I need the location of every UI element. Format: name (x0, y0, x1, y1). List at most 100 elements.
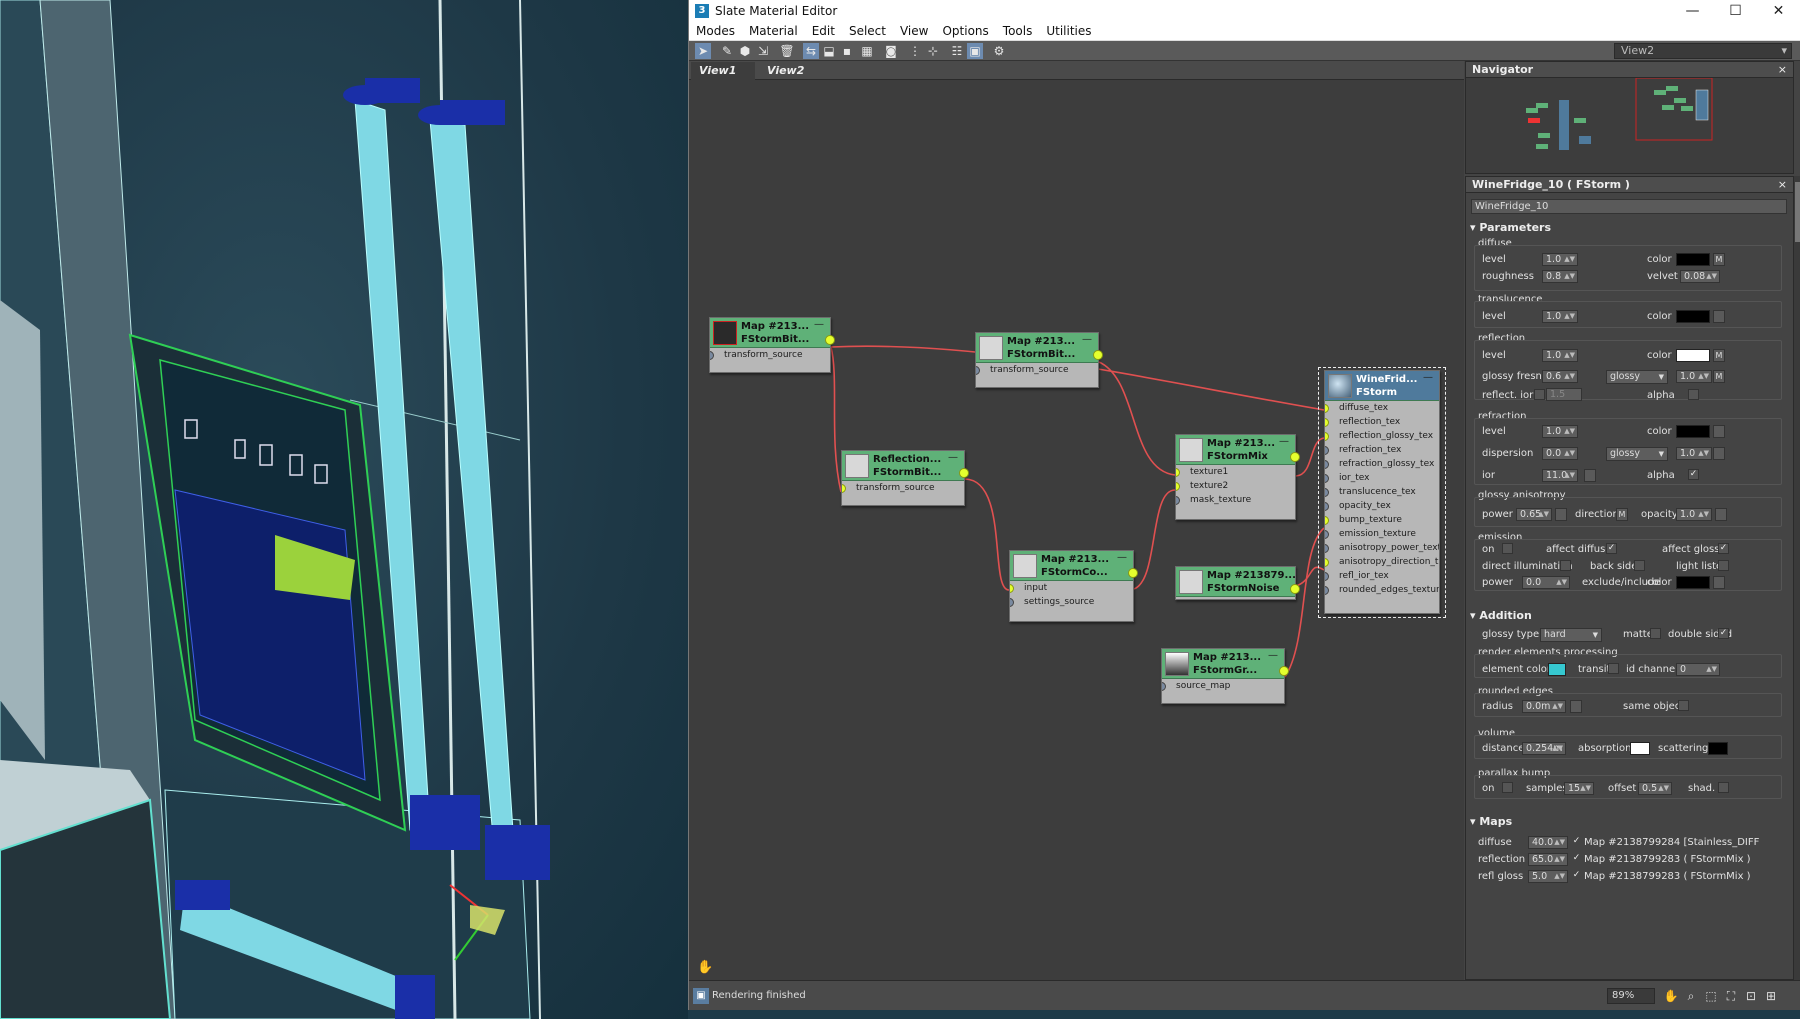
slot-texture1[interactable]: texture1 (1176, 465, 1295, 479)
spinner-arrows-icon[interactable]: ▲▼ (1698, 371, 1709, 382)
input-socket[interactable] (1325, 558, 1329, 567)
show-map-icon[interactable]: ▪ (839, 43, 855, 59)
map-row-reflection-button[interactable]: Map #2138799283 ( FStormMix ) (1584, 854, 1751, 865)
map-row-reflection-amount[interactable]: 65.0 ▲▼ (1528, 853, 1568, 866)
parameters-rollout-title[interactable]: ▾ Parameters (1470, 221, 1551, 234)
spinner-arrows-icon[interactable]: ▲▼ (1552, 743, 1563, 754)
ior-map-button[interactable] (1584, 469, 1596, 482)
reflection-glossy-dropdown[interactable]: glossy ▼ (1606, 370, 1668, 384)
layout-vertical-icon[interactable]: ⋮ (907, 43, 923, 59)
spinner-arrows-icon[interactable]: ▲▼ (1698, 509, 1709, 520)
output-socket[interactable] (1128, 568, 1138, 578)
slot-anisotropy-power-texture[interactable]: anisotropy_power_texture (1325, 541, 1439, 555)
collapse-icon[interactable]: — (948, 452, 958, 463)
refraction-glossy-dropdown[interactable]: glossy ▼ (1606, 447, 1668, 461)
slot-transform-source[interactable]: transform_source (842, 481, 964, 495)
spinner-arrows-icon[interactable]: ▲▼ (1564, 254, 1575, 265)
delete-icon[interactable]: 🗑 (779, 43, 795, 59)
opacity-spinner[interactable]: 1.0 ▲▼ (1676, 508, 1712, 521)
emission-on-checkbox[interactable] (1502, 543, 1513, 554)
input-socket[interactable] (1176, 496, 1180, 505)
output-socket[interactable] (1290, 584, 1300, 594)
slot-diffuse-tex[interactable]: diffuse_tex (1325, 401, 1439, 415)
radius-spinner[interactable]: 0.0m ▲▼ (1522, 700, 1566, 713)
map-row-reflection-enabled[interactable]: ✓ (1571, 854, 1582, 865)
hide-unused-icon[interactable]: ⬓ (821, 43, 837, 59)
layout-horizontal-icon[interactable]: ⊹ (925, 43, 941, 59)
ior-spinner[interactable]: 11.0 ▲▼ (1542, 469, 1578, 482)
navigator-minimap[interactable] (1466, 78, 1793, 173)
spinner-arrows-icon[interactable]: ▲▼ (1538, 509, 1549, 520)
input-socket[interactable] (842, 484, 846, 493)
move-children-icon[interactable]: ⇆ (803, 43, 819, 59)
map-node-color-correct[interactable]: Map #213... FStormCo... — input settings_… (1009, 550, 1138, 622)
refraction-color-swatch[interactable] (1676, 425, 1710, 438)
offset-spinner[interactable]: 0.5 ▲▼ (1638, 782, 1672, 795)
scrollbar-thumb[interactable] (1795, 182, 1800, 242)
spinner-arrows-icon[interactable]: ▲▼ (1554, 854, 1565, 865)
map-node-gradient[interactable]: Map #213... FStormGr... — source_map (1161, 648, 1289, 704)
slot-settings-source[interactable]: settings_source (1010, 595, 1133, 609)
affect-glossy-checkbox[interactable]: ✓ (1718, 543, 1729, 554)
map-node-bitmap-2[interactable]: Map #213... FStormBit... — transform_sour… (975, 332, 1103, 388)
element-color-swatch[interactable] (1548, 663, 1566, 676)
input-socket[interactable] (1325, 446, 1329, 455)
reflection-glossy-map-button[interactable]: M (1713, 370, 1725, 383)
reflection-map-button[interactable]: M (1713, 349, 1725, 362)
shad-checkbox[interactable] (1718, 782, 1729, 793)
spinner-arrows-icon[interactable]: ▲▼ (1554, 871, 1565, 882)
input-socket[interactable] (1325, 544, 1329, 553)
diffuse-color-swatch[interactable] (1676, 253, 1710, 266)
material-name-field[interactable]: WineFridge_10 (1471, 199, 1787, 214)
input-socket[interactable] (1325, 516, 1329, 525)
input-socket[interactable] (1325, 418, 1329, 427)
node-graph-view[interactable]: Map #213... FStormBit... — transform_sour… (689, 80, 1464, 980)
slot-refraction-tex[interactable]: refraction_tex (1325, 443, 1439, 457)
pan-hand-icon[interactable]: ✋ (697, 960, 713, 975)
reflection-alpha-checkbox[interactable] (1688, 389, 1699, 400)
opacity-map-button[interactable] (1715, 508, 1727, 521)
parallax-on-checkbox[interactable] (1502, 782, 1513, 793)
eyedropper-icon[interactable]: ✎ (719, 43, 735, 59)
refraction-level-spinner[interactable]: 1.0 ▲▼ (1542, 425, 1578, 438)
slot-source-map[interactable]: source_map (1162, 679, 1284, 693)
emission-map-button[interactable] (1713, 576, 1725, 589)
spinner-arrows-icon[interactable]: ▲▼ (1554, 837, 1565, 848)
input-socket[interactable] (1325, 572, 1329, 581)
slot-transform-source[interactable]: transform_source (976, 363, 1098, 377)
map-node-noise[interactable]: Map #213879... FStormNoise (1175, 566, 1300, 600)
parameter-editor-icon[interactable]: ▣ (967, 43, 983, 59)
dispersion-spinner[interactable]: 0.0 ▲▼ (1542, 447, 1578, 460)
slot-translucence-tex[interactable]: translucence_tex (1325, 485, 1439, 499)
material-node-winefridge[interactable]: WineFrid... FStorm — diffuse_tex reflecti… (1324, 370, 1440, 614)
render-preview-icon[interactable]: ◙ (883, 43, 899, 59)
spinner-arrows-icon[interactable]: ▲▼ (1564, 448, 1575, 459)
diffuse-level-spinner[interactable]: 1.0 ▲▼ (1542, 253, 1578, 266)
collapse-icon[interactable]: — (1279, 436, 1289, 447)
input-socket[interactable] (1325, 460, 1329, 469)
reflection-color-swatch[interactable] (1676, 349, 1710, 362)
map-row-diffuse-enabled[interactable]: ✓ (1571, 837, 1582, 848)
spinner-arrows-icon[interactable]: ▲▼ (1564, 426, 1575, 437)
spinner-arrows-icon[interactable]: ▲▼ (1698, 448, 1709, 459)
collapse-icon[interactable]: — (1117, 552, 1127, 563)
map-row-diffuse-button[interactable]: Map #2138799284 [Stainless_DIFF (1584, 837, 1759, 848)
affect-diffuse-checkbox[interactable]: ✓ (1606, 543, 1617, 554)
slot-bump-texture[interactable]: bump_texture (1325, 513, 1439, 527)
menu-tools[interactable]: Tools (996, 24, 1040, 38)
distance-spinner[interactable]: 0.254m ▲▼ (1522, 742, 1566, 755)
menu-utilities[interactable]: Utilities (1039, 24, 1098, 38)
slot-reflection-glossy-tex[interactable]: reflection_glossy_tex (1325, 429, 1439, 443)
parameter-scrollbar[interactable] (1794, 176, 1800, 980)
layout-children-icon[interactable]: ☷ (949, 43, 965, 59)
transit-checkbox[interactable] (1608, 663, 1619, 674)
3d-viewport[interactable] (0, 0, 688, 1019)
material-map-browser-icon[interactable]: ⚙ (991, 43, 1007, 59)
slot-mask-texture[interactable]: mask_texture (1176, 493, 1295, 507)
samples-spinner[interactable]: 15 ▲▼ (1564, 782, 1594, 795)
input-socket[interactable] (1325, 488, 1329, 497)
view-dropdown[interactable]: View2 ▾ (1614, 43, 1792, 59)
spinner-arrows-icon[interactable]: ▲▼ (1706, 664, 1717, 675)
map-row-refl-gloss-button[interactable]: Map #2138799283 ( FStormMix ) (1584, 871, 1751, 882)
input-socket[interactable] (1010, 584, 1014, 593)
